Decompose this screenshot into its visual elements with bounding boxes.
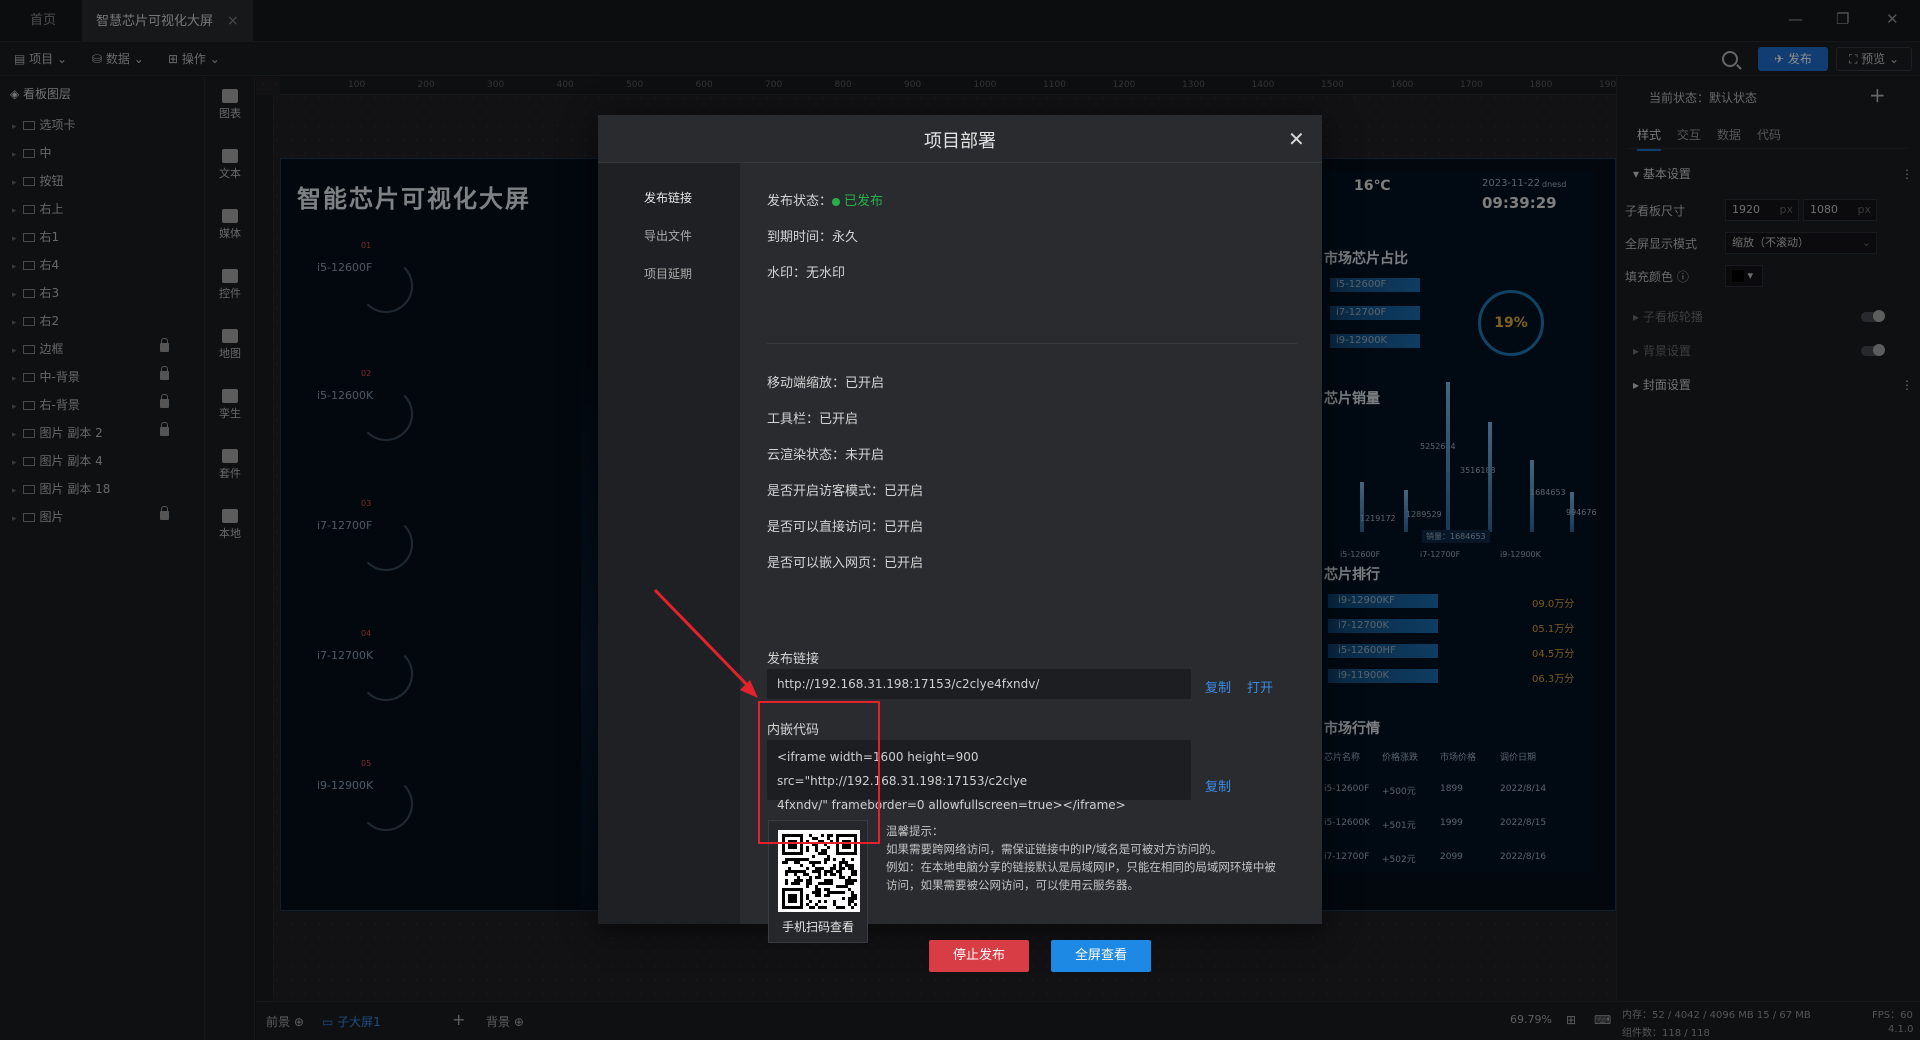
watermark: 水印：无水印 [767, 266, 846, 281]
side-extend-project[interactable]: 项目延期 [644, 265, 692, 282]
setting-row: 移动端缩放：已开启 [767, 376, 885, 391]
setting-row: 云渲染状态：未开启 [767, 448, 885, 463]
publish-link-label: 发布链接 [767, 652, 820, 667]
open-link-button[interactable]: 打开 [1247, 677, 1273, 696]
publish-status: 发布状态： 已发布 [767, 194, 884, 209]
stop-publish-button[interactable]: 停止发布 [929, 940, 1029, 972]
side-export-file[interactable]: 导出文件 [644, 227, 692, 244]
copy-link-button[interactable]: 复制 [1205, 677, 1231, 696]
modal-title: 项目部署 [924, 131, 996, 152]
setting-row: 是否可以嵌入网页：已开启 [767, 556, 924, 571]
modal-header: 项目部署 ✕ [598, 115, 1322, 163]
close-icon[interactable]: ✕ [1288, 127, 1305, 151]
annotation-highlight-box [758, 701, 880, 844]
expire-time: 到期时间：永久 [767, 230, 859, 245]
hint-line-2: 例如：在本地电脑分享的链接默认是局域网IP，只能在相同的局域网环境中被 [886, 860, 1276, 874]
modal-sidebar: 发布链接 导出文件 项目延期 [598, 163, 740, 924]
publish-link-field[interactable]: http://192.168.31.198:17153/c2clye4fxndv… [767, 669, 1191, 699]
setting-row: 是否开启访客模式：已开启 [767, 484, 924, 499]
copy-embed-button[interactable]: 复制 [1205, 776, 1231, 795]
hint-title: 温馨提示： [886, 824, 944, 838]
status-dot-icon [832, 197, 841, 206]
deploy-modal: 项目部署 ✕ 发布链接 导出文件 项目延期 发布状态： 已发布 到期时间：永久 水… [598, 115, 1322, 972]
hint-line-3: 访问，如果需要被公网访问，可以使用云服务器。 [886, 878, 1139, 892]
setting-row: 是否可以直接访问：已开启 [767, 520, 924, 535]
setting-row: 工具栏：已开启 [767, 412, 859, 427]
qr-caption: 手机扫码查看 [781, 920, 854, 934]
hint-line-1: 如果需要跨网络访问，需保证链接中的IP/域名是可被对方访问的。 [886, 842, 1223, 856]
fullscreen-view-button[interactable]: 全屏查看 [1051, 940, 1151, 972]
side-publish-link[interactable]: 发布链接 [644, 189, 692, 206]
divider [767, 343, 1297, 344]
